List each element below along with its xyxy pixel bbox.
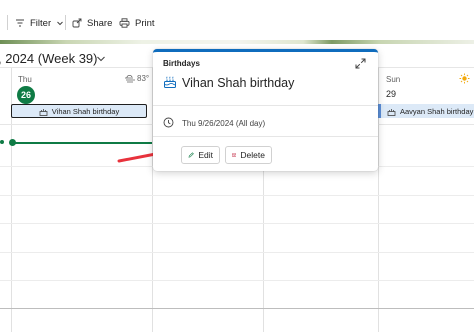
- grid-bottom-line: [0, 308, 474, 309]
- delete-icon: [232, 153, 237, 157]
- share-button[interactable]: Share: [72, 14, 112, 32]
- today-date[interactable]: 26: [17, 86, 35, 104]
- command-bar: Filter Share Print: [0, 0, 474, 40]
- hour-line: [0, 280, 474, 281]
- day-name-thu: Thu: [18, 75, 32, 84]
- weather-thu: 83°: [124, 74, 149, 83]
- clock-icon: [163, 117, 174, 128]
- card-divider: [153, 136, 378, 137]
- expand-icon[interactable]: [355, 58, 366, 69]
- delete-label: Delete: [240, 150, 265, 160]
- share-icon: [72, 18, 82, 28]
- weather-temp: 83°: [137, 74, 150, 83]
- filter-icon: [16, 19, 24, 27]
- print-icon: [119, 18, 130, 28]
- event-label: Vihan Shah birthday: [51, 106, 120, 116]
- event-title: Vihan Shah birthday: [182, 76, 295, 90]
- current-time-dot: [0, 140, 4, 144]
- chevron-down-icon[interactable]: [96, 55, 106, 63]
- cloud-icon: [125, 74, 135, 82]
- card-divider: [153, 105, 378, 106]
- print-button[interactable]: Print: [119, 14, 155, 32]
- event-datetime: Thu 9/26/2024 (All day): [182, 119, 266, 128]
- edit-icon: [188, 152, 194, 158]
- event-aavyan-birthday[interactable]: Aavyan Shah birthday: [378, 104, 474, 118]
- delete-button[interactable]: Delete: [225, 146, 272, 164]
- chevron-down-icon: [57, 21, 63, 26]
- cake-icon: [387, 108, 396, 116]
- header-banner: [0, 40, 474, 44]
- event-category: Birthdays: [163, 59, 200, 68]
- date-sun[interactable]: 29: [386, 89, 396, 99]
- sun-icon: [459, 73, 470, 84]
- filter-button[interactable]: Filter: [15, 14, 69, 32]
- week-title[interactable]: , 2024 (Week 39): [0, 51, 97, 66]
- hour-line: [0, 252, 474, 253]
- toolbar-divider: [7, 15, 8, 30]
- current-time-dot: [9, 139, 16, 146]
- event-vihan-birthday[interactable]: Vihan Shah birthday: [11, 104, 147, 118]
- cake-icon: [164, 76, 176, 88]
- cake-icon: [39, 108, 48, 116]
- event-label: Aavyan Shah birthday: [400, 106, 474, 116]
- filter-label: Filter: [30, 17, 52, 29]
- print-label: Print: [135, 17, 155, 29]
- hour-line: [0, 195, 474, 196]
- share-label: Share: [87, 17, 113, 29]
- day-name-sun: Sun: [386, 75, 401, 84]
- edit-button[interactable]: Edit: [181, 146, 220, 164]
- hour-line: [0, 223, 474, 224]
- event-peek-card: Birthdays Vihan Shah birthday Thu 9/26/2…: [153, 49, 378, 171]
- edit-label: Edit: [198, 150, 213, 160]
- toolbar-divider: [65, 15, 66, 30]
